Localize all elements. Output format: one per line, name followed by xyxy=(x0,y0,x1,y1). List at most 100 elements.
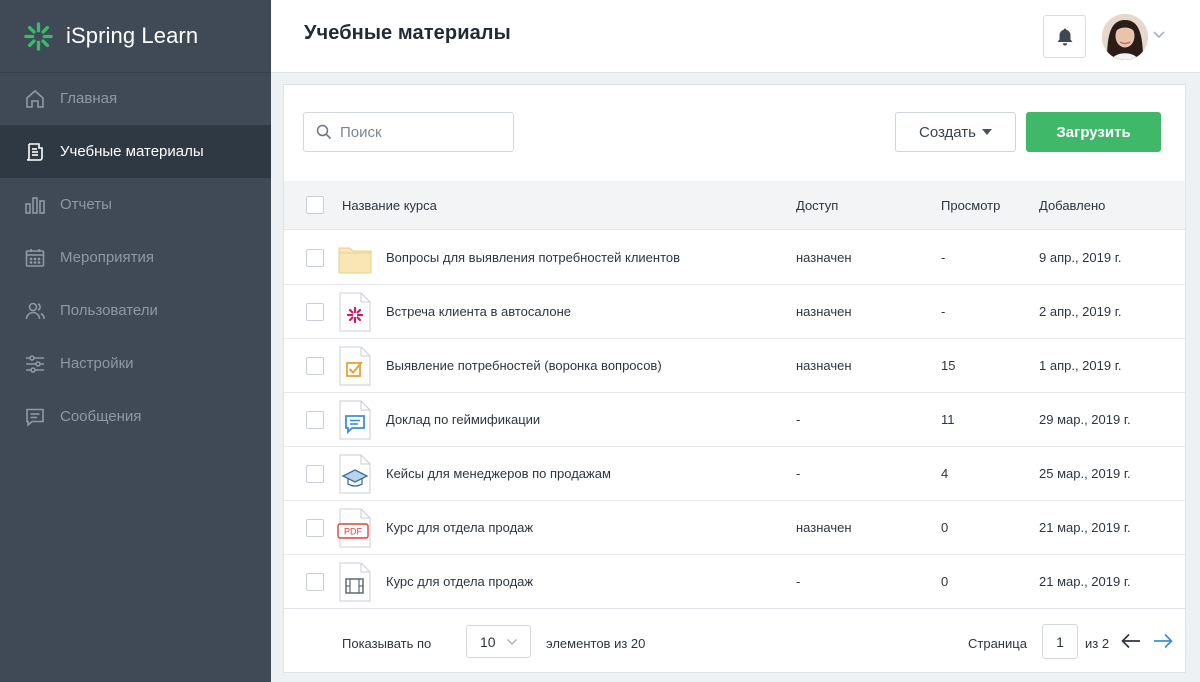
search-icon xyxy=(316,124,332,140)
column-header-access[interactable]: Доступ xyxy=(796,198,838,213)
users-icon xyxy=(23,299,47,323)
row-checkbox[interactable] xyxy=(306,465,324,483)
course-access: назначен xyxy=(796,358,852,373)
course-name[interactable]: Выявление потребностей (воронка вопросов… xyxy=(386,358,662,373)
upload-button[interactable]: Загрузить xyxy=(1026,112,1161,152)
select-all-checkbox[interactable] xyxy=(306,196,324,214)
table-header: Название курса Доступ Просмотр Добавлено xyxy=(284,181,1185,230)
create-button[interactable]: Создать xyxy=(895,112,1016,152)
user-avatar[interactable] xyxy=(1102,14,1148,60)
bell-icon xyxy=(1057,28,1072,45)
sidebar-item-events[interactable]: Мероприятия xyxy=(0,231,271,284)
course-views: 11 xyxy=(941,412,955,427)
items-count-label: элементов из 20 xyxy=(546,636,646,651)
home-icon xyxy=(23,87,47,111)
row-checkbox[interactable] xyxy=(306,249,324,267)
sidebar-item-label: Главная xyxy=(60,90,118,107)
column-header-name[interactable]: Название курса xyxy=(342,198,437,213)
previous-page-arrow-icon[interactable] xyxy=(1120,632,1142,650)
page-title: Учебные материалы xyxy=(304,22,511,44)
sidebar-item-reports[interactable]: Отчеты xyxy=(0,178,271,231)
sidebar-item-label: Отчеты xyxy=(60,196,112,213)
app-name: iSpring Learn xyxy=(66,23,199,48)
total-pages-label: из 2 xyxy=(1085,636,1110,651)
materials-panel: Создать Загрузить Название курса Доступ … xyxy=(283,84,1186,673)
notifications-button[interactable] xyxy=(1043,15,1086,58)
quiz-icon xyxy=(339,346,371,386)
sidebar-item-settings[interactable]: Настройки xyxy=(0,337,271,390)
course-name[interactable]: Вопросы для выявления потребностей клиен… xyxy=(386,250,680,265)
next-page-arrow-icon[interactable] xyxy=(1152,632,1174,650)
table-row[interactable]: Доклад по геймификации - 11 29 мар., 201… xyxy=(284,393,1185,447)
pdf-badge-text: PDF xyxy=(344,527,363,537)
course-added: 25 мар., 2019 г. xyxy=(1039,466,1131,481)
logo[interactable]: iSpring Learn xyxy=(0,0,271,73)
table-row[interactable]: Курс для отдела продаж - 0 21 мар., 2019… xyxy=(284,555,1185,609)
chevron-down-icon xyxy=(506,638,517,645)
course-name[interactable]: Встреча клиента в автосалоне xyxy=(386,304,571,319)
row-checkbox[interactable] xyxy=(306,411,324,429)
bar-chart-icon xyxy=(23,193,47,217)
dropdown-triangle-icon xyxy=(982,129,992,135)
row-checkbox[interactable] xyxy=(306,519,324,537)
course-added: 1 апр., 2019 г. xyxy=(1039,358,1122,373)
sidebar-item-label: Пользователи xyxy=(60,302,158,319)
video-icon xyxy=(339,562,371,602)
pdf-icon: PDF xyxy=(337,508,371,548)
row-checkbox[interactable] xyxy=(306,573,324,591)
avatar-photo-icon xyxy=(1102,14,1148,60)
current-page-value: 1 xyxy=(1056,633,1064,650)
course-access: назначен xyxy=(796,520,852,535)
sidebar-item-label: Мероприятия xyxy=(60,249,155,266)
course-added: 2 апр., 2019 г. xyxy=(1039,304,1122,319)
folder-icon xyxy=(338,247,372,274)
column-header-added[interactable]: Добавлено xyxy=(1039,198,1105,213)
course-views: - xyxy=(941,304,946,319)
course-access: назначен xyxy=(796,304,852,319)
page-label: Страница xyxy=(968,636,1027,651)
search-box[interactable] xyxy=(303,112,514,152)
ispring-logo-icon xyxy=(24,21,53,51)
course-views: 0 xyxy=(941,520,949,535)
row-checkbox[interactable] xyxy=(306,357,324,375)
course-name[interactable]: Доклад по геймификации xyxy=(386,412,540,427)
sliders-icon xyxy=(23,352,47,376)
course-added: 21 мар., 2019 г. xyxy=(1039,574,1131,589)
per-page-select[interactable]: 10 xyxy=(466,625,531,658)
course-added: 29 мар., 2019 г. xyxy=(1039,412,1131,427)
document-icon xyxy=(23,140,47,164)
table-row[interactable]: PDF Курс для отдела продаж назначен 0 21… xyxy=(284,501,1185,555)
per-page-value: 10 xyxy=(480,633,496,650)
sidebar-item-users[interactable]: Пользователи xyxy=(0,284,271,337)
calendar-icon xyxy=(23,246,47,270)
table-row[interactable]: Выявление потребностей (воронка вопросов… xyxy=(284,339,1185,393)
sidebar-item-label: Учебные материалы xyxy=(60,143,204,160)
create-button-label: Создать xyxy=(918,123,976,141)
course-name[interactable]: Кейсы для менеджеров по продажам xyxy=(386,466,611,481)
sidebar-item-label: Настройки xyxy=(60,355,134,372)
course-views: 15 xyxy=(941,358,956,373)
top-bar: Учебные материалы xyxy=(271,0,1200,73)
course-views: 4 xyxy=(941,466,949,481)
sidebar-item-learning-materials[interactable]: Учебные материалы xyxy=(0,125,271,178)
course-added: 21 мар., 2019 г. xyxy=(1039,520,1131,535)
sidebar-item-messages[interactable]: Сообщения xyxy=(0,390,271,443)
pagination-bar: Показывать по 10 элементов из 20 Страниц… xyxy=(284,608,1185,672)
course-name[interactable]: Курс для отдела продаж xyxy=(386,574,533,589)
column-header-views[interactable]: Просмотр xyxy=(941,198,1000,213)
course-access: - xyxy=(796,412,801,427)
table-row[interactable]: Встреча клиента в автосалоне назначен - … xyxy=(284,285,1185,339)
chevron-down-icon[interactable] xyxy=(1152,30,1166,40)
course-name[interactable]: Курс для отдела продаж xyxy=(386,520,533,535)
ispring-course-icon xyxy=(339,292,371,332)
table-row[interactable]: Вопросы для выявления потребностей клиен… xyxy=(284,231,1185,285)
search-input[interactable] xyxy=(340,123,500,141)
course-views: 0 xyxy=(941,574,949,589)
table-row[interactable]: Кейсы для менеджеров по продажам - 4 25 … xyxy=(284,447,1185,501)
page-number-input[interactable]: 1 xyxy=(1042,624,1078,659)
sidebar-item-home[interactable]: Главная xyxy=(0,72,271,125)
course-access: назначен xyxy=(796,250,852,265)
course-access: - xyxy=(796,574,801,589)
row-checkbox[interactable] xyxy=(306,303,324,321)
course-views: - xyxy=(941,250,946,265)
